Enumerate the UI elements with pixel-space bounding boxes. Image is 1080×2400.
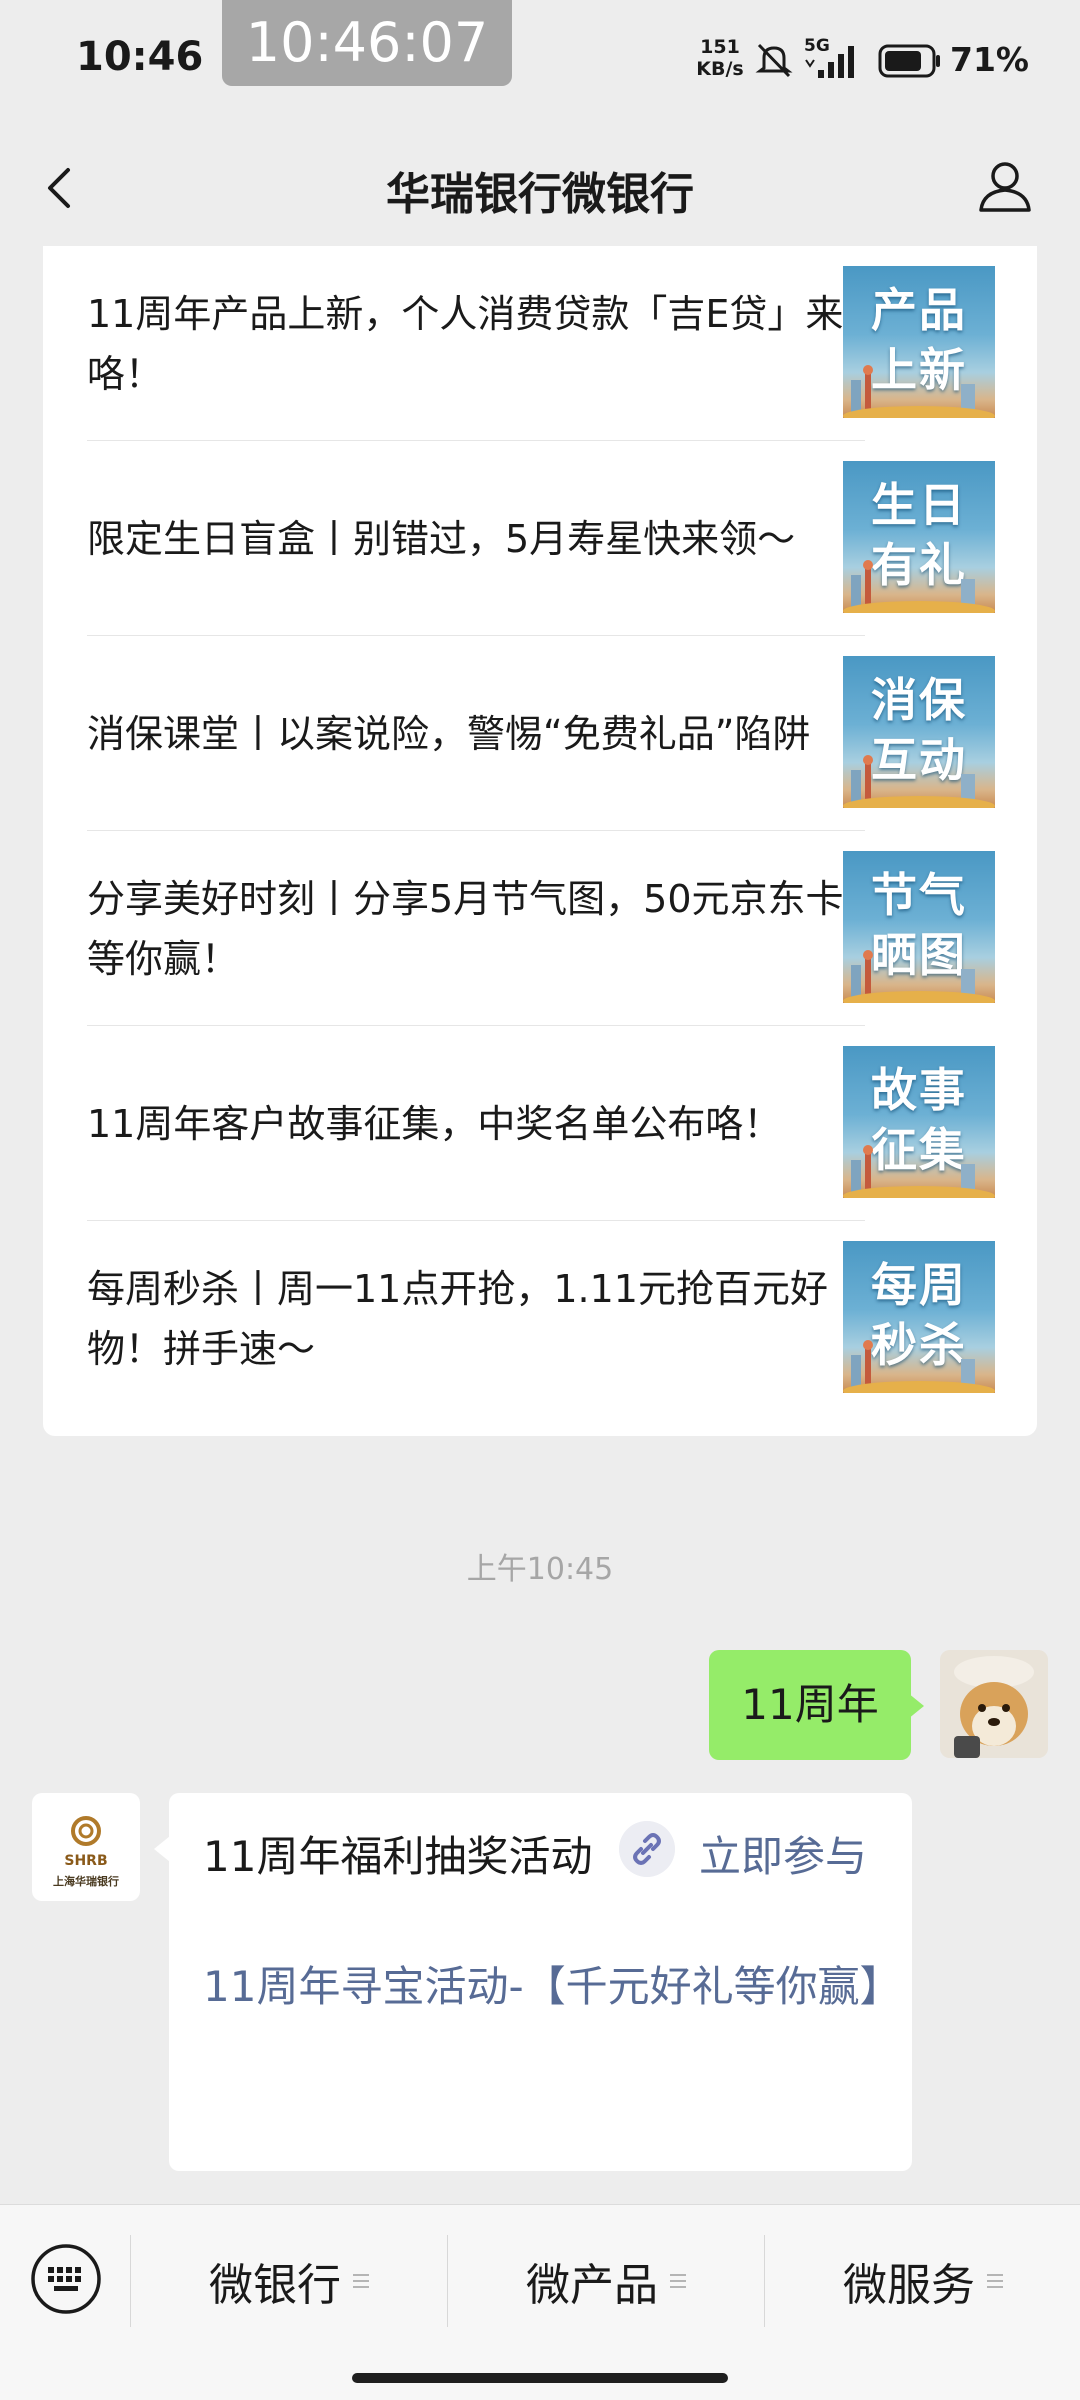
menu-wei-bank[interactable]: 微银行 — [131, 2235, 447, 2327]
city-skyline-illustration — [843, 950, 995, 1003]
network-speed-value: 151 — [700, 36, 740, 58]
bank-bubble-tail — [154, 1836, 170, 1862]
article-title: 每周秒杀丨周一11点开抢，1.11元抢百元好物！拼手速～ — [87, 1266, 828, 1371]
user-message-bubble[interactable]: 11周年 — [709, 1650, 911, 1760]
status-bar: 10:46 10:46:07 151 KB/s 5G 71% — [0, 0, 1080, 128]
page-title: 华瑞银行微银行 — [386, 169, 694, 220]
menu-wei-products[interactable]: 微产品 — [448, 2235, 764, 2327]
article-thumbnail[interactable]: 故事 征集 — [843, 1046, 995, 1198]
screen-recording-clock: 10:46:07 — [222, 0, 512, 86]
bank-avatar[interactable]: SHRB 上海华瑞银行 — [32, 1793, 140, 1901]
profile-icon[interactable] — [975, 156, 1035, 216]
article-list-card: 11周年产品上新，个人消费贷款「吉E贷」来咯！ 产品 上新 限定生日盲盒丨别错过，… — [43, 246, 1037, 1436]
article-item[interactable]: 11周年客户故事征集，中奖名单公布咯！ 故事 征集 — [43, 1026, 1037, 1221]
chat-timestamp: 上午10:45 — [466, 1552, 614, 1587]
user-avatar[interactable] — [940, 1650, 1048, 1758]
menu-wei-services[interactable]: 微服务 — [765, 2235, 1080, 2327]
link-icon[interactable] — [619, 1821, 675, 1877]
city-skyline-illustration — [843, 560, 995, 613]
article-thumbnail[interactable]: 生日 有礼 — [843, 461, 995, 613]
article-item[interactable]: 每周秒杀丨周一11点开抢，1.11元抢百元好物！拼手速～ 每周 秒杀 — [43, 1221, 1037, 1416]
article-title: 限定生日盲盒丨别错过，5月寿星快来领～ — [87, 516, 796, 561]
join-now-link[interactable]: 立即参与 — [699, 1823, 867, 1884]
city-skyline-illustration — [843, 1145, 995, 1198]
menu-label: 微银行 — [209, 2260, 341, 2311]
submenu-icon — [987, 2274, 1003, 2288]
submenu-icon — [353, 2274, 369, 2288]
article-title: 11周年产品上新，个人消费贷款「吉E贷」来咯！ — [87, 291, 844, 396]
bank-logo-text: SHRB — [64, 1853, 108, 1869]
article-thumbnail[interactable]: 产品 上新 — [843, 266, 995, 418]
home-indicator[interactable] — [352, 2373, 728, 2383]
article-thumbnail[interactable]: 节气 晒图 — [843, 851, 995, 1003]
article-item[interactable]: 限定生日盲盒丨别错过，5月寿星快来领～ 生日 有礼 — [43, 441, 1037, 636]
bank-reply-bubble: 11周年福利抽奖活动 立即参与 11周年寻宝活动-【千元好礼等你赢】 — [169, 1793, 912, 2171]
article-item[interactable]: 11周年产品上新，个人消费贷款「吉E贷」来咯！ 产品 上新 — [43, 246, 1037, 441]
dog-avatar-icon — [940, 1650, 1048, 1758]
battery-percent: 71% — [950, 40, 1029, 79]
status-time: 10:46 — [76, 34, 204, 80]
article-title: 消保课堂丨以案说险，警惕“免费礼品”陷阱 — [87, 711, 811, 756]
article-thumbnail[interactable]: 每周 秒杀 — [843, 1241, 995, 1393]
cellular-signal-icon: 5G — [804, 36, 864, 82]
article-thumbnail[interactable]: 消保 互动 — [843, 656, 995, 808]
treasure-hunt-link[interactable]: 11周年寻宝活动-【千元好礼等你赢】 — [203, 1953, 902, 2021]
article-item[interactable]: 消保课堂丨以案说险，警惕“免费礼品”陷阱 消保 互动 — [43, 636, 1037, 831]
article-item[interactable]: 分享美好时刻丨分享5月节气图，50元京东卡等你赢！ 节气 晒图 — [43, 831, 1037, 1026]
submenu-icon — [670, 2274, 686, 2288]
battery-icon — [878, 44, 940, 78]
mute-icon — [755, 43, 793, 78]
nav-bar: 华瑞银行微银行 — [0, 128, 1080, 246]
network-speed: 151 KB/s — [690, 36, 750, 80]
reply-lottery-text: 11周年福利抽奖活动 — [203, 1832, 593, 1881]
network-speed-unit: KB/s — [696, 58, 744, 80]
article-title: 11周年客户故事征集，中奖名单公布咯！ — [87, 1101, 782, 1146]
bank-logo-subtext: 上海华瑞银行 — [53, 1875, 119, 1888]
city-skyline-illustration — [843, 755, 995, 808]
article-title: 分享美好时刻丨分享5月节气图，50元京东卡等你赢！ — [87, 876, 844, 981]
keyboard-icon[interactable] — [30, 2243, 102, 2315]
menu-label: 微产品 — [526, 2260, 658, 2311]
city-skyline-illustration — [843, 365, 995, 418]
bottom-menu: 微银行 微产品 微服务 — [0, 2204, 1080, 2400]
menu-label: 微服务 — [843, 2260, 975, 2311]
city-skyline-illustration — [843, 1340, 995, 1393]
user-bubble-tail — [908, 1693, 924, 1719]
